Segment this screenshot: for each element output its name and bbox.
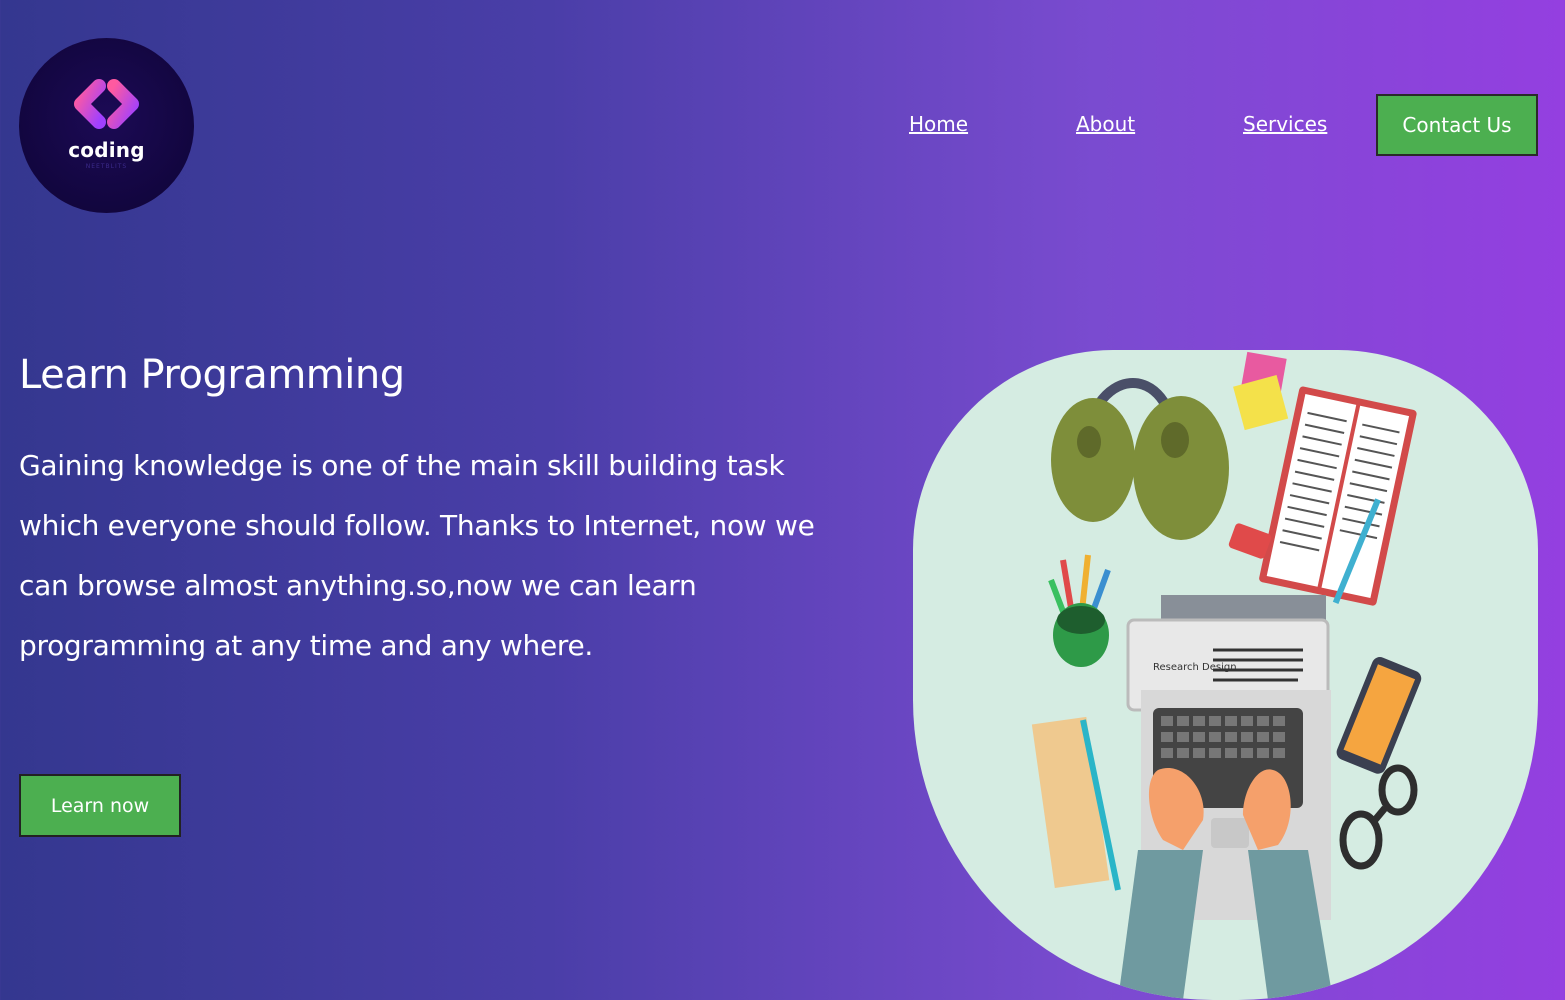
nav-home-link[interactable]: Home	[909, 112, 968, 136]
glasses-icon	[1339, 764, 1418, 870]
hero-description: Gaining knowledge is one of the main ski…	[19, 449, 815, 662]
envelope-icon	[1031, 716, 1121, 891]
phone-icon	[1336, 657, 1422, 774]
hero-illustration: Research Design	[913, 350, 1538, 1000]
headphones-icon	[1051, 378, 1229, 540]
workspace-illustration: Research Design	[1031, 351, 1422, 1000]
contact-us-button[interactable]: Contact Us	[1376, 94, 1538, 156]
hero-title: Learn Programming	[19, 352, 405, 398]
code-brackets-icon	[74, 79, 139, 129]
sticky-notes-icon	[1233, 351, 1289, 431]
logo-subtext: NEETBLITS	[85, 163, 128, 170]
brand-logo[interactable]: coding NEETBLITS	[19, 38, 194, 213]
learn-now-button[interactable]: Learn now	[19, 774, 181, 837]
nav-services-link[interactable]: Services	[1243, 112, 1327, 136]
logo-wordmark: coding	[68, 138, 145, 162]
nav-about-link[interactable]: About	[1076, 112, 1135, 136]
pencil-cup-icon	[1048, 554, 1111, 667]
